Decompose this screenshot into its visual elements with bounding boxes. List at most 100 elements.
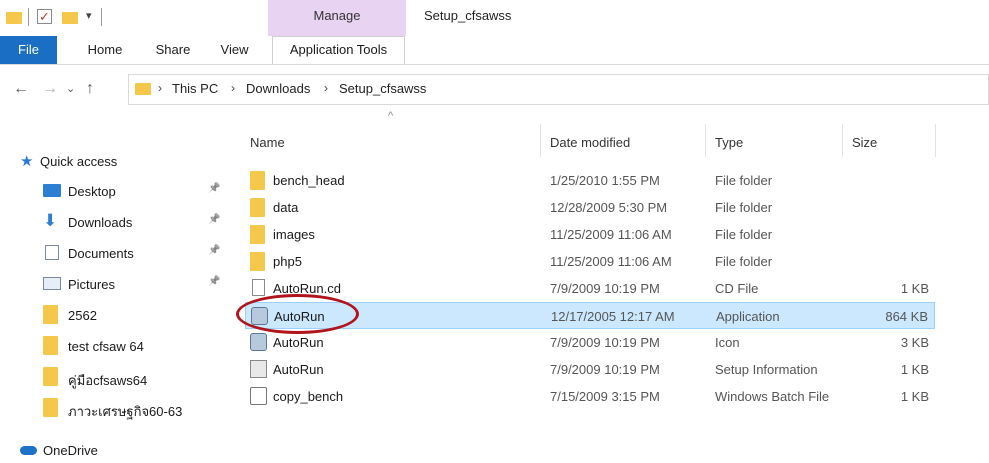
customize-qa-chevron-icon[interactable]: ▾: [86, 9, 92, 22]
file-date-modified: 12/17/2005 12:17 AM: [551, 309, 675, 324]
file-type: File folder: [715, 254, 773, 269]
breadcrumb-downloads[interactable]: Downloads: [246, 81, 310, 96]
file-type: CD File: [715, 281, 759, 296]
tab-file[interactable]: File: [0, 36, 57, 64]
file-type: File folder: [715, 227, 773, 242]
toolbar-separator: [28, 8, 29, 26]
file-name: AutoRun: [273, 362, 324, 377]
file-icon: [252, 279, 265, 296]
file-name: AutoRun: [273, 335, 324, 350]
file-size: 3 KB: [900, 335, 929, 350]
file-type: File folder: [715, 200, 773, 215]
breadcrumb-chevron-icon[interactable]: ›: [324, 81, 328, 95]
onedrive-label: OneDrive: [43, 443, 98, 458]
column-header-name[interactable]: Name: [250, 135, 285, 150]
cloud-icon: [20, 446, 37, 455]
folder-icon[interactable]: [6, 12, 22, 24]
nav-item-label: Pictures: [68, 277, 115, 292]
nav-item-8[interactable]: ภาวะเศรษฐกิจ60-63: [43, 398, 233, 420]
folder-icon: [43, 398, 58, 417]
column-divider[interactable]: [705, 124, 706, 157]
nav-onedrive[interactable]: OneDrive: [20, 443, 220, 463]
file-row[interactable]: AutoRun 7/9/2009 10:19 PM Icon 3 KB: [245, 329, 935, 356]
column-divider[interactable]: [540, 124, 541, 157]
file-date-modified: 7/9/2009 10:19 PM: [550, 362, 660, 377]
breadcrumb-setup-cfsawss[interactable]: Setup_cfsawss: [339, 81, 426, 96]
folder-icon: [135, 83, 151, 95]
toolbar-separator: [101, 8, 102, 26]
nav-item-label: คู่มือcfsaws64: [68, 373, 148, 388]
tab-view[interactable]: View: [212, 36, 257, 64]
file-row[interactable]: AutoRun 7/9/2009 10:19 PM Setup Informatio…: [245, 356, 935, 383]
nav-item-5[interactable]: 2562: [43, 305, 233, 327]
column-header-type[interactable]: Type: [715, 135, 743, 150]
file-row[interactable]: bench_head 1/25/2010 1:55 PM File folder: [245, 167, 935, 194]
properties-check-icon[interactable]: ✓: [37, 9, 52, 24]
nav-item-1[interactable]: Desktop 📌: [43, 181, 233, 203]
back-arrow-icon[interactable]: ←: [13, 80, 29, 98]
manage-tab-label: Manage: [313, 8, 361, 23]
sort-ascending-icon: ^: [388, 110, 394, 122]
file-name: bench_head: [273, 173, 345, 188]
pin-icon[interactable]: 📌: [208, 183, 220, 194]
pin-icon[interactable]: 📌: [208, 214, 220, 225]
tab-home[interactable]: Home: [80, 36, 130, 64]
pin-icon[interactable]: 📌: [208, 276, 220, 287]
file-type: Setup Information: [715, 362, 818, 377]
nav-item-6[interactable]: test cfsaw 64: [43, 336, 233, 358]
column-header-date[interactable]: Date modified: [550, 135, 630, 150]
icon-file-icon: [250, 333, 267, 351]
file-type: Application: [716, 309, 780, 324]
file-name: images: [273, 227, 315, 242]
file-type: Icon: [715, 335, 740, 350]
up-arrow-icon[interactable]: ↑: [86, 80, 94, 98]
column-divider[interactable]: [935, 124, 936, 157]
folder-icon: [250, 225, 265, 244]
nav-item-2[interactable]: ⬇ Downloads 📌: [43, 211, 233, 234]
file-size: 1 KB: [900, 362, 929, 377]
file-row[interactable]: php5 11/25/2009 11:06 AM File folder: [245, 248, 935, 275]
nav-quick-access[interactable]: ★ Quick access: [20, 152, 220, 174]
file-date-modified: 12/28/2009 5:30 PM: [550, 200, 668, 215]
tab-application-tools[interactable]: Application Tools: [272, 36, 405, 64]
file-row[interactable]: images 11/25/2009 11:06 AM File folder: [245, 221, 935, 248]
file-size: 864 KB: [885, 309, 928, 324]
nav-item-label: 2562: [68, 308, 97, 323]
file-type: Windows Batch File: [715, 389, 830, 404]
nav-item-7[interactable]: คู่มือcfsaws64: [43, 367, 233, 389]
column-divider[interactable]: [842, 124, 843, 157]
new-folder-icon[interactable]: [62, 12, 78, 24]
file-type: File folder: [715, 173, 773, 188]
recent-locations-chevron-icon[interactable]: ⌄: [66, 82, 75, 95]
breadcrumb-this-pc[interactable]: This PC: [172, 81, 218, 96]
forward-arrow-icon[interactable]: →: [42, 80, 58, 98]
file-date-modified: 11/25/2009 11:06 AM: [550, 254, 672, 269]
file-date-modified: 7/15/2009 3:15 PM: [550, 389, 660, 404]
desktop-icon: [43, 184, 61, 197]
nav-item-label: ภาวะเศรษฐกิจ60-63: [68, 404, 183, 419]
file-row[interactable]: AutoRun.cd 7/9/2009 10:19 PM CD File 1 KB: [245, 275, 935, 302]
pictures-icon: [43, 277, 61, 290]
tab-share[interactable]: Share: [148, 36, 198, 64]
file-row[interactable]: copy_bench 7/15/2009 3:15 PM Windows Batch…: [245, 383, 935, 410]
breadcrumb-chevron-icon[interactable]: ›: [231, 81, 235, 95]
column-header-size[interactable]: Size: [852, 135, 877, 150]
quick-access-label: Quick access: [40, 154, 118, 169]
file-name: php5: [273, 254, 302, 269]
file-name: copy_bench: [273, 389, 344, 404]
file-size: 1 KB: [900, 281, 929, 296]
document-icon: [45, 245, 59, 260]
nav-item-3[interactable]: Documents 📌: [43, 243, 233, 265]
setup-info-icon: [250, 360, 267, 378]
nav-item-label: Downloads: [68, 215, 133, 230]
star-icon: ★: [20, 153, 34, 170]
file-row[interactable]: data 12/28/2009 5:30 PM File folder: [245, 194, 935, 221]
file-date-modified: 11/25/2009 11:06 AM: [550, 227, 672, 242]
highlight-oval-annotation: [236, 294, 359, 334]
file-date-modified: 1/25/2010 1:55 PM: [550, 173, 660, 188]
nav-item-4[interactable]: Pictures 📌: [43, 274, 233, 296]
breadcrumb-chevron-icon[interactable]: ›: [158, 81, 162, 95]
download-arrow-icon: ⬇: [43, 211, 58, 230]
batch-file-icon: [250, 387, 267, 405]
pin-icon[interactable]: 📌: [208, 245, 220, 256]
